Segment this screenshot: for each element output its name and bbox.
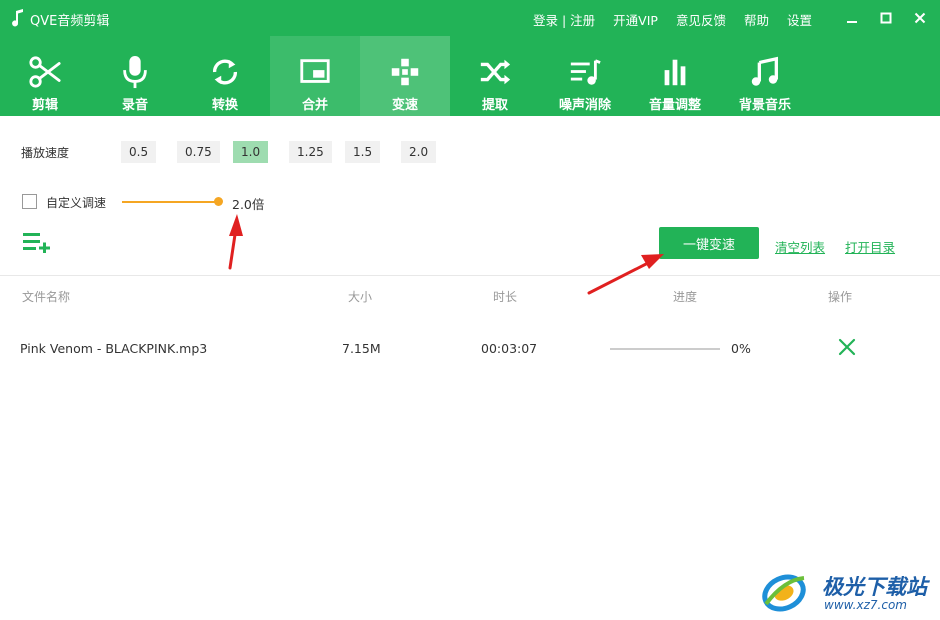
tab-speed[interactable]: 变速	[360, 36, 450, 116]
tab-label: 音量调整	[648, 98, 701, 113]
microphone-icon	[123, 55, 147, 89]
add-files-icon[interactable]	[22, 231, 52, 253]
minimize-button[interactable]	[840, 8, 864, 28]
watermark-logo-icon	[762, 574, 806, 612]
tab-label: 噪声消除	[558, 98, 611, 113]
feedback-link[interactable]: 意见反馈	[676, 10, 726, 29]
help-link[interactable]: 帮助	[744, 10, 769, 29]
scissors-icon	[29, 56, 61, 88]
divider	[0, 275, 940, 276]
speed-option-1-5[interactable]: 1.5	[345, 141, 381, 163]
one-click-speed-button[interactable]: 一键变速	[659, 227, 759, 259]
tab-record[interactable]: 录音	[90, 36, 180, 116]
tab-background-music[interactable]: 背景音乐	[720, 36, 810, 116]
app-header: QVE音频剪辑 登录 | 注册 开通VIP 意见反馈 帮助 设置 剪辑 录音 转…	[0, 0, 940, 116]
volume-bars-icon	[664, 59, 686, 86]
open-directory-link[interactable]: 打开目录	[845, 237, 895, 256]
close-button[interactable]	[908, 8, 932, 28]
delete-icon[interactable]	[838, 338, 856, 356]
custom-speed-value: 2.0倍	[232, 197, 265, 212]
annotation-arrow-slider	[228, 214, 243, 270]
shuffle-icon	[480, 59, 511, 85]
music-note-logo-icon	[12, 9, 23, 27]
tab-label: 变速	[391, 98, 418, 113]
speed-option-1-25[interactable]: 1.25	[289, 141, 332, 163]
column-header-size: 大小	[348, 290, 373, 304]
custom-speed-slider-handle[interactable]	[214, 197, 223, 206]
column-header-filename: 文件名称	[22, 290, 71, 304]
clear-list-link[interactable]: 清空列表	[775, 237, 825, 256]
tab-extract[interactable]: 提取	[450, 36, 540, 116]
tab-label: 剪辑	[31, 98, 58, 113]
speed-icon	[391, 58, 419, 86]
progress-bar	[610, 348, 720, 350]
top-links: 登录 | 注册 开通VIP 意见反馈 帮助 设置	[533, 10, 812, 29]
tab-label: 录音	[121, 98, 148, 113]
custom-speed-slider[interactable]	[122, 201, 218, 203]
login-register-link[interactable]: 登录 | 注册	[533, 10, 595, 29]
tab-volume-adjust[interactable]: 音量调整	[630, 36, 720, 116]
speed-option-1-0[interactable]: 1.0	[233, 141, 269, 163]
speed-option-0-5[interactable]: 0.5	[121, 141, 157, 163]
maximize-button[interactable]	[874, 8, 898, 28]
feature-tabs: 剪辑 录音 转换 合并 变速 提取 噪声消除 音量调整 背景音乐	[0, 36, 810, 116]
column-header-actions: 操作	[828, 290, 853, 304]
minimize-icon	[847, 21, 857, 23]
watermark: 极光下载站 www.xz7.com	[760, 566, 936, 616]
window-controls	[830, 8, 932, 28]
annotation-arrow-button	[587, 254, 664, 295]
file-duration: 00:03:07	[481, 341, 538, 356]
close-icon	[914, 12, 926, 24]
progress-percent: 0%	[731, 341, 751, 356]
convert-icon	[212, 59, 238, 85]
tab-label: 转换	[211, 98, 238, 113]
custom-speed-label: 自定义调速	[46, 196, 107, 210]
file-name: Pink Venom - BLACKPINK.mp3	[20, 341, 208, 356]
tab-cut[interactable]: 剪辑	[0, 36, 90, 116]
file-size: 7.15M	[342, 341, 381, 356]
column-header-progress: 进度	[673, 290, 698, 304]
maximize-icon	[880, 12, 892, 24]
noise-icon	[570, 59, 601, 85]
speed-option-0-75[interactable]: 0.75	[177, 141, 220, 163]
title-bar: QVE音频剪辑 登录 | 注册 开通VIP 意见反馈 帮助 设置	[0, 0, 940, 36]
merge-icon	[300, 59, 330, 83]
tab-noise-reduction[interactable]: 噪声消除	[540, 36, 630, 116]
tab-label: 合并	[301, 98, 328, 113]
vip-link[interactable]: 开通VIP	[613, 10, 658, 29]
custom-speed-checkbox[interactable]	[22, 194, 37, 209]
music-note-icon	[751, 56, 778, 86]
column-header-duration: 时长	[493, 290, 518, 304]
tab-merge[interactable]: 合并	[270, 36, 360, 116]
speed-label: 播放速度	[21, 146, 70, 160]
watermark-name: 极光下载站	[822, 575, 927, 599]
settings-link[interactable]: 设置	[787, 10, 812, 29]
tab-label: 背景音乐	[738, 98, 791, 113]
tab-convert[interactable]: 转换	[180, 36, 270, 116]
app-title: QVE音频剪辑	[30, 14, 110, 29]
speed-option-2-0[interactable]: 2.0	[401, 141, 437, 163]
watermark-url: www.xz7.com	[824, 598, 907, 612]
tab-label: 提取	[481, 98, 508, 113]
